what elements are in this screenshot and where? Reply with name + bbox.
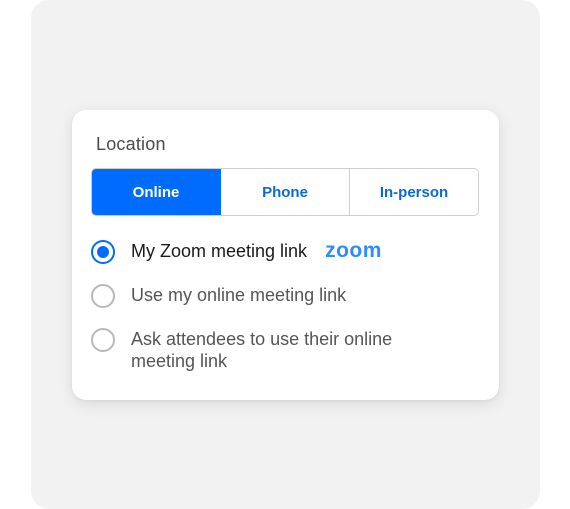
radio-attendee-link[interactable] — [91, 328, 115, 352]
option-online-link-label: Use my online meeting link — [131, 285, 347, 305]
radio-online-link[interactable] — [91, 284, 115, 308]
location-title: Location — [96, 134, 166, 154]
radio-zoom-link[interactable] — [91, 240, 115, 264]
option-online-link[interactable]: Use my online meeting link — [91, 284, 431, 308]
tab-phone[interactable]: Phone — [221, 169, 350, 215]
zoom-logo: zoom — [325, 239, 382, 262]
option-attendee-link[interactable]: Ask attendees to use their online meetin… — [91, 328, 431, 372]
option-zoom-link[interactable]: My Zoom meeting link zoom — [91, 240, 382, 264]
option-zoom-link-label: My Zoom meeting link — [131, 241, 308, 261]
tab-online[interactable]: Online — [92, 169, 221, 215]
option-attendee-link-label: Ask attendees to use their online meetin… — [131, 329, 393, 371]
location-card: Location Online Phone In-person My Zoom … — [72, 110, 499, 400]
location-type-tabs: Online Phone In-person — [91, 168, 479, 216]
tab-in-person[interactable]: In-person — [350, 169, 478, 215]
